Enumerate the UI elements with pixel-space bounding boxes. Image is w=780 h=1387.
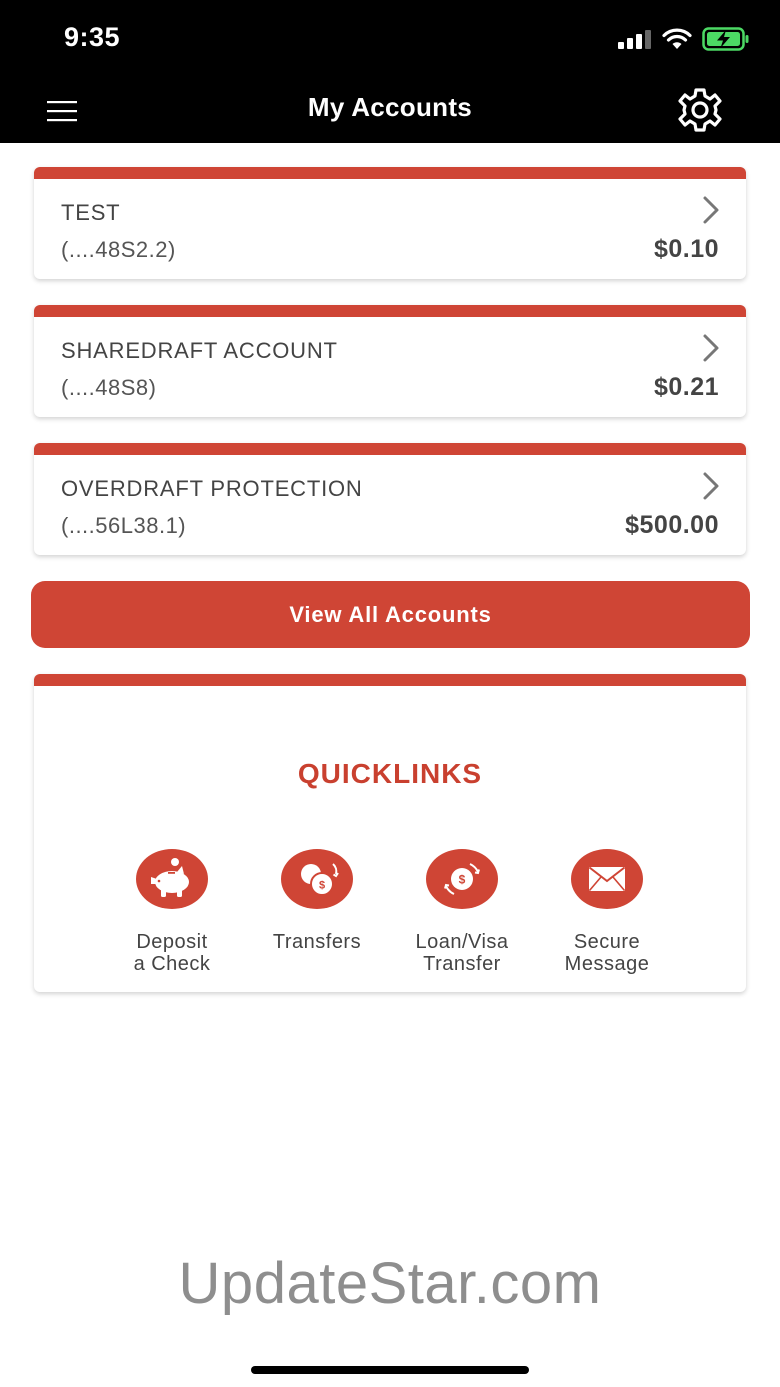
account-balance: $500.00 bbox=[625, 511, 719, 539]
account-balance: $0.10 bbox=[653, 235, 719, 263]
chevron-right-icon[interactable] bbox=[700, 333, 722, 363]
svg-text:$: $ bbox=[319, 880, 325, 892]
account-name: OVERDRAFT PROTECTION bbox=[61, 476, 363, 501]
account-number: (....48S2.2) bbox=[61, 237, 176, 262]
quicklink-label: Transfers bbox=[272, 931, 362, 953]
battery-charging-icon bbox=[702, 27, 749, 51]
home-indicator[interactable] bbox=[251, 1366, 529, 1374]
account-name: SHAREDRAFT ACCOUNT bbox=[61, 338, 338, 363]
quicklink-label: Secure Message bbox=[564, 931, 650, 975]
transfer-coins-icon: $ bbox=[281, 849, 353, 909]
chevron-right-icon[interactable] bbox=[700, 471, 722, 501]
status-time: 9:35 bbox=[64, 22, 121, 52]
account-name: TEST bbox=[61, 200, 121, 225]
quicklink-loan-visa-transfer[interactable]: $ Loan/Visa Transfer bbox=[392, 848, 532, 975]
cellular-signal-icon bbox=[618, 30, 651, 49]
quicklink-label: Loan/Visa Transfer bbox=[415, 931, 509, 975]
card-accent-strip bbox=[34, 674, 746, 686]
chevron-right-icon[interactable] bbox=[700, 195, 722, 225]
status-icons bbox=[618, 26, 750, 52]
quicklink-secure-message[interactable]: Secure Message bbox=[537, 848, 677, 975]
quicklink-deposit-check[interactable]: Deposit a Check bbox=[102, 848, 242, 975]
nav-bar: My Accounts bbox=[0, 78, 780, 143]
quicklink-transfers[interactable]: $ Transfers bbox=[247, 848, 387, 953]
card-accent-strip bbox=[34, 443, 746, 455]
quicklinks-title: QUICKLINKS bbox=[297, 758, 483, 789]
gear-icon[interactable] bbox=[670, 82, 730, 138]
account-card-sharedraft[interactable]: SHAREDRAFT ACCOUNT (....48S8) $0.21 bbox=[34, 305, 746, 417]
quicklink-label: Deposit a Check bbox=[133, 931, 211, 975]
account-card-test[interactable]: TEST (....48S2.2) $0.10 bbox=[34, 167, 746, 279]
page-title: My Accounts bbox=[307, 92, 473, 122]
wifi-icon bbox=[662, 28, 692, 49]
account-number: (....48S8) bbox=[61, 375, 157, 400]
card-accent-strip bbox=[34, 167, 746, 179]
quicklinks-card: QUICKLINKS Deposit a Check $ Transfers $… bbox=[34, 674, 746, 992]
loan-transfer-icon: $ bbox=[426, 849, 498, 909]
watermark-text: UpdateStar.com bbox=[178, 1251, 602, 1316]
envelope-icon bbox=[571, 849, 643, 909]
svg-text:$: $ bbox=[459, 873, 466, 887]
piggy-bank-icon bbox=[136, 849, 208, 909]
status-bar: 9:35 bbox=[0, 0, 780, 78]
account-balance: $0.21 bbox=[653, 373, 719, 401]
account-number: (....56L38.1) bbox=[61, 513, 187, 538]
account-card-overdraft[interactable]: OVERDRAFT PROTECTION (....56L38.1) $500.… bbox=[34, 443, 746, 555]
view-all-accounts-button[interactable]: View All Accounts bbox=[31, 581, 750, 648]
card-accent-strip bbox=[34, 305, 746, 317]
